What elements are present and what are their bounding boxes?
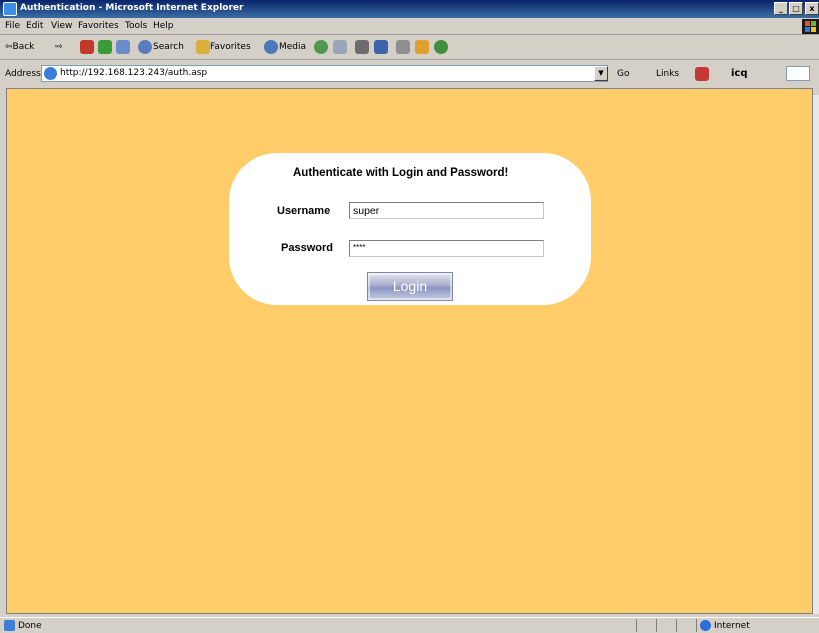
address-label: Address — [5, 69, 41, 79]
go-button[interactable]: Go — [617, 69, 629, 79]
toolbar: ⇦Back ⇨ Search Favorites Media — [0, 36, 819, 60]
status-text: Done — [18, 621, 42, 631]
menu-view[interactable]: View — [51, 21, 72, 31]
mail-icon[interactable] — [333, 40, 347, 54]
maximize-button[interactable]: □ — [789, 2, 803, 15]
discuss-icon[interactable] — [396, 40, 410, 54]
window-title: Authentication - Microsoft Internet Expl… — [20, 3, 244, 13]
windows-logo-icon — [802, 19, 819, 34]
username-input[interactable]: super — [349, 202, 544, 219]
favorites-icon[interactable] — [196, 40, 210, 54]
login-title: Authenticate with Login and Password! — [293, 167, 509, 179]
back-button[interactable]: ⇦Back — [5, 42, 34, 52]
refresh-icon[interactable] — [98, 40, 112, 54]
status-divider — [696, 619, 697, 632]
username-label: Username — [277, 205, 331, 217]
scrollbar[interactable] — [813, 95, 819, 614]
globe-icon — [700, 620, 711, 631]
address-input[interactable]: http://192.168.123.243/auth.asp — [41, 65, 608, 82]
home-icon[interactable] — [116, 40, 130, 54]
status-divider — [636, 619, 637, 632]
status-bar: Done Internet — [0, 617, 819, 633]
media-icon[interactable] — [264, 40, 278, 54]
media-button[interactable]: Media — [279, 42, 306, 52]
minimize-button[interactable]: _ — [774, 2, 788, 15]
password-label: Password — [281, 242, 333, 254]
messenger-icon[interactable] — [434, 40, 448, 54]
menu-file[interactable]: File — [5, 21, 20, 31]
status-divider — [656, 619, 657, 632]
research-icon[interactable] — [415, 40, 429, 54]
menu-tools[interactable]: Tools — [125, 21, 147, 31]
status-divider — [676, 619, 677, 632]
address-url[interactable]: http://192.168.123.243/auth.asp — [60, 68, 207, 78]
title-bar: Authentication - Microsoft Internet Expl… — [0, 0, 819, 18]
print-icon[interactable] — [355, 40, 369, 54]
pdf-icon[interactable] — [695, 67, 709, 81]
menu-favorites[interactable]: Favorites — [78, 21, 119, 31]
links-button[interactable]: Links — [656, 69, 679, 79]
zone-text: Internet — [714, 621, 750, 631]
stop-icon[interactable] — [80, 40, 94, 54]
password-input[interactable]: **** — [349, 240, 544, 257]
history-icon[interactable] — [314, 40, 328, 54]
search-button[interactable]: Search — [153, 42, 184, 52]
menu-edit[interactable]: Edit — [26, 21, 43, 31]
favorites-button[interactable]: Favorites — [210, 42, 251, 52]
menu-bar: File Edit View Favorites Tools Help — [0, 18, 819, 35]
close-button[interactable]: x — [805, 2, 819, 15]
login-button[interactable]: Login — [367, 272, 453, 301]
ie-icon — [3, 2, 17, 16]
icq-button[interactable]: icq — [731, 68, 748, 79]
menu-help[interactable]: Help — [153, 21, 174, 31]
search-icon[interactable] — [138, 40, 152, 54]
page-icon — [44, 67, 57, 80]
toolbar-search-field[interactable] — [786, 66, 810, 81]
forward-button[interactable]: ⇨ — [55, 42, 63, 52]
address-dropdown-button[interactable]: ▼ — [594, 66, 608, 81]
address-bar: Address http://192.168.123.243/auth.asp … — [0, 62, 819, 87]
edit-icon[interactable] — [374, 40, 388, 54]
page-status-icon — [4, 620, 15, 631]
